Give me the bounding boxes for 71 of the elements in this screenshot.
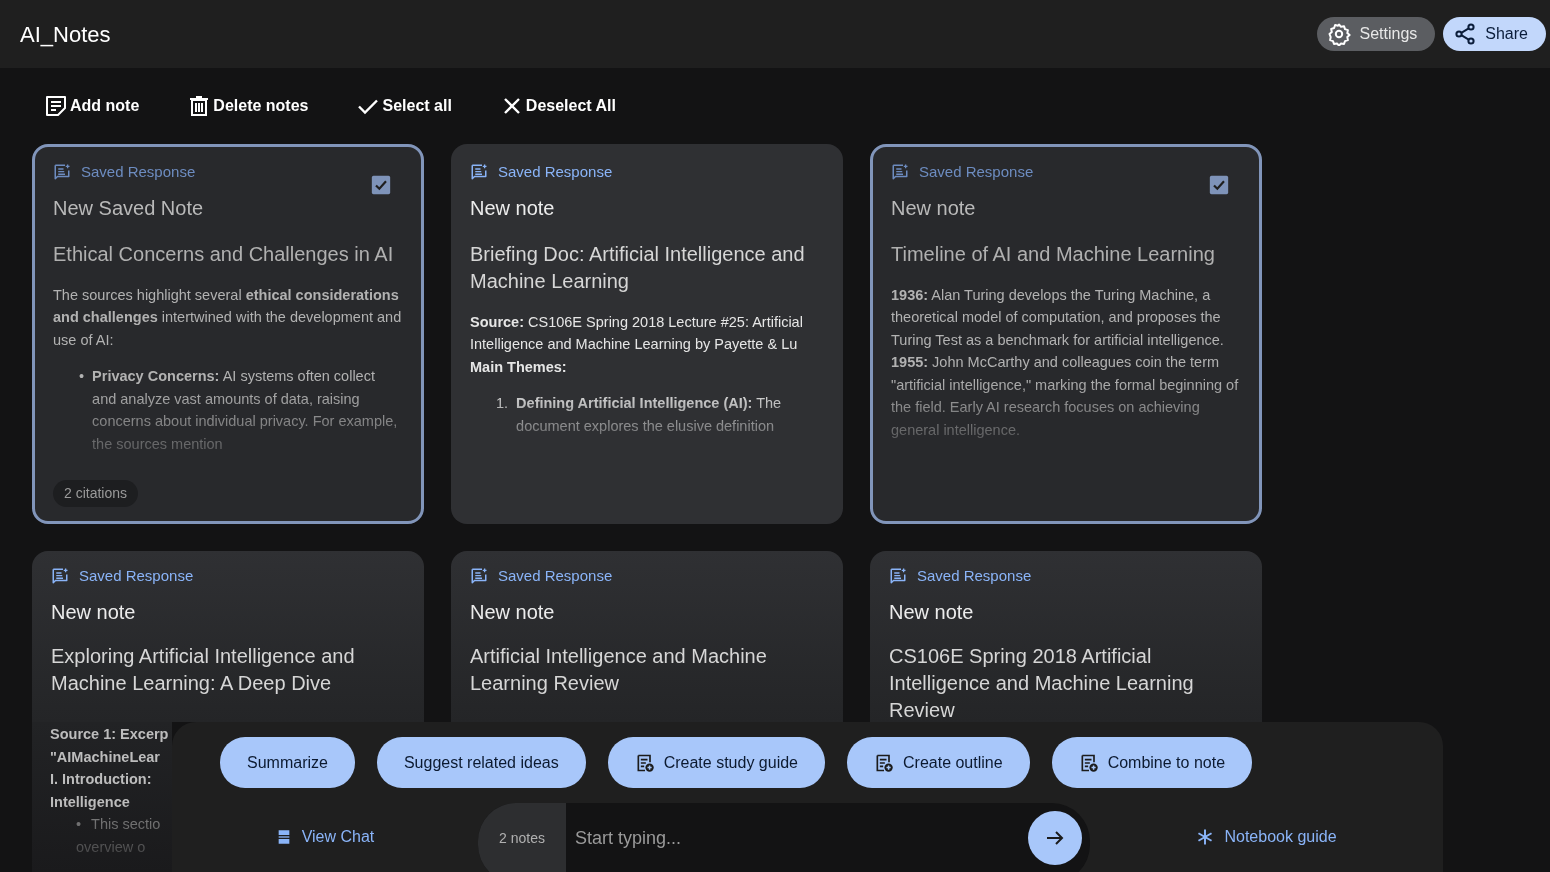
note-label: Main Themes: bbox=[470, 357, 568, 377]
note-text-line: Intelligence bbox=[50, 792, 130, 812]
note-card[interactable] bbox=[870, 144, 1262, 524]
note-heading: Briefing Doc: Artificial Intelligence and Machine Learning bbox=[470, 241, 806, 294]
note-paragraph: The sources highlight several ethical considerations and challenges intertwined with the development and use of AI: bbox=[53, 285, 403, 350]
note-card[interactable] bbox=[32, 144, 424, 524]
saved-response-label: Saved Response bbox=[498, 162, 613, 182]
note-title: New note bbox=[470, 195, 556, 221]
saved-response-icon bbox=[889, 567, 907, 586]
note-text-line: I. Introduction: bbox=[50, 770, 152, 789]
send-button[interactable] bbox=[1028, 811, 1082, 865]
note-text-line: Source 1: Excerp bbox=[50, 725, 169, 744]
list-item-text: Defining Artificial Intelligence (AI): The document explores the elusive definition bbox=[516, 394, 783, 436]
list-item-text: Privacy Concerns: AI systems often collect and analyze vast amounts of data, raising concerns about individual privacy. For example, the sources mention bbox=[92, 367, 399, 454]
notebook-guide-link[interactable]: Notebook guide bbox=[1090, 803, 1443, 872]
saved-response-label: Saved Response bbox=[79, 566, 194, 586]
saved-response-icon bbox=[53, 163, 71, 182]
action-chip[interactable]: Suggest related ideas bbox=[376, 737, 586, 788]
saved-response-icon bbox=[470, 163, 488, 182]
note-card[interactable]: Saved Response New note Exploring Artificial Intelligence and Machine Learning: A Deep Dive bbox=[32, 551, 424, 722]
action-chip[interactable]: Create study guide bbox=[607, 737, 825, 788]
saved-response-icon bbox=[470, 567, 488, 586]
delete-notes-button[interactable]: Delete notes bbox=[187, 94, 309, 118]
note-paragraph: 1955: John McCarthy and colleagues coin the term "artificial intelligence," marking the formal beginning of the field. Early AI research focuses on achieving general intelligence. bbox=[891, 353, 1240, 440]
select-all-button[interactable]: Select all bbox=[356, 94, 452, 118]
note-card[interactable]: Saved Response New note Artificial Intelligence and Machine Learning Review bbox=[451, 551, 843, 722]
checkbox[interactable] bbox=[371, 175, 391, 195]
note-heading: Ethical Concerns and Challenges in AI bbox=[53, 241, 395, 267]
note-heading: CS106E Spring 2018 Artificial Intelligence and Machine Learning Review bbox=[889, 643, 1195, 723]
citations-chip[interactable]: 2 citations bbox=[53, 480, 139, 507]
note-paragraph: 1936: Alan Turing develops the Turing Machine, a theoretical model of computation, and proposes the Turing Test as a benchmark for artificial intelligence. bbox=[891, 285, 1225, 350]
deselect-all-button[interactable]: Deselect All bbox=[499, 94, 616, 118]
saved-response-label: Saved Response bbox=[917, 566, 1032, 586]
note-title: New note bbox=[891, 195, 977, 221]
note-title: New note bbox=[51, 599, 137, 625]
settings-button[interactable]: Settings bbox=[1317, 17, 1436, 51]
settings-icon bbox=[1327, 22, 1352, 46]
action-chip[interactable]: Create outline bbox=[847, 737, 1030, 788]
note-heading: Exploring Artificial Intelligence and Machine Learning: A Deep Dive bbox=[51, 643, 356, 696]
message-field[interactable]: 2 notes Start typing... bbox=[478, 803, 1090, 872]
note-card[interactable] bbox=[451, 144, 843, 524]
note-text-line: "AIMachineLear bbox=[50, 747, 161, 767]
note-title: New Saved Note bbox=[53, 195, 205, 221]
note-paragraph: Source: CS106E Spring 2018 Lecture #25: Artificial Intelligence and Machine Learning by Payette & Lu bbox=[470, 312, 804, 354]
action-chip[interactable]: Combine to note bbox=[1051, 737, 1253, 788]
saved-response-icon bbox=[891, 163, 909, 182]
action-chip[interactable]: Summarize bbox=[220, 737, 355, 788]
note-title: New note bbox=[889, 599, 975, 625]
saved-response-icon bbox=[51, 567, 69, 586]
add-note-button[interactable]: Add note bbox=[44, 94, 140, 118]
view-chat-link[interactable]: View Chat bbox=[172, 803, 478, 872]
list-marker: • bbox=[76, 816, 82, 832]
checkbox[interactable] bbox=[1209, 175, 1229, 195]
list-marker: 1. bbox=[496, 394, 509, 413]
note-card[interactable]: Saved Response New note CS106E Spring 2018 Artificial Intelligence and Machine Learning Review bbox=[870, 551, 1262, 722]
note-heading: Artificial Intelligence and Machine Learning Review bbox=[470, 643, 768, 696]
note-title: New note bbox=[470, 599, 556, 625]
add-note-icon bbox=[44, 94, 68, 118]
asterisk-icon bbox=[1196, 827, 1215, 846]
app-title: AI_Notes bbox=[20, 20, 111, 49]
share-button[interactable]: Share bbox=[1443, 17, 1546, 51]
note-heading: Timeline of AI and Machine Learning bbox=[891, 241, 1216, 267]
notes-count-chip: 2 notes bbox=[478, 803, 566, 872]
document-plus-icon bbox=[874, 752, 894, 773]
message-input[interactable]: Start typing... bbox=[566, 803, 1028, 872]
note-text-line: This sectio bbox=[91, 816, 161, 832]
list-marker: • bbox=[79, 367, 85, 386]
share-icon bbox=[1453, 22, 1478, 46]
saved-response-label: Saved Response bbox=[919, 162, 1034, 182]
saved-response-label: Saved Response bbox=[81, 162, 196, 182]
saved-response-label: Saved Response bbox=[498, 566, 613, 586]
